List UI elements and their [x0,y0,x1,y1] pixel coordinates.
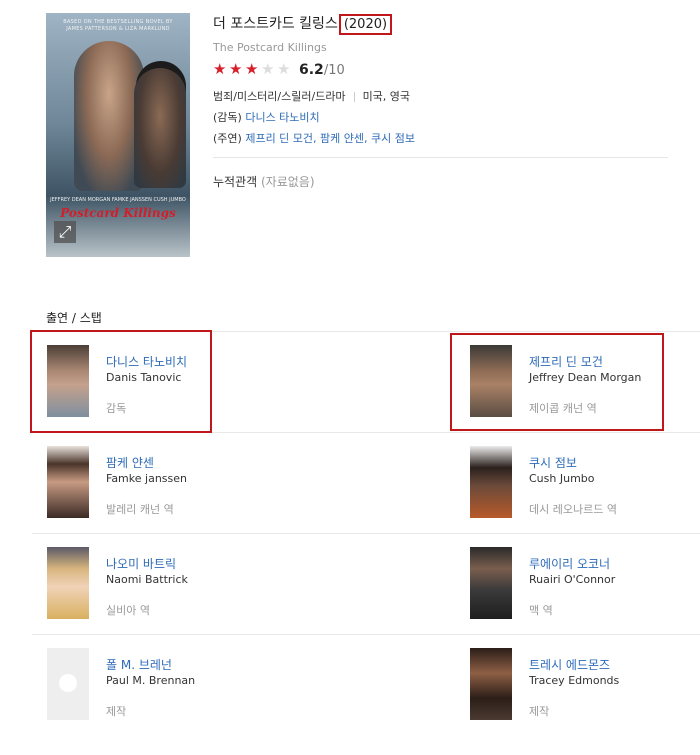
genres: 범죄/미스터리/스릴러/드라마 [213,90,346,103]
person-role: 발레리 캐넌 역 [106,503,174,516]
divider [32,533,700,534]
person-role: 실비아 역 [106,604,150,617]
poster-figure-woman [134,68,186,188]
person-name-en: Danis Tanovic [106,371,182,384]
expand-icon[interactable]: ⤢ [54,221,76,243]
audience-label: 누적관객 [213,175,258,189]
person-name-ko[interactable]: 루에이리 오코너 [529,555,610,572]
person-photo [47,345,89,417]
person-photo [470,547,512,619]
person-name-ko[interactable]: 쿠시 점보 [529,454,577,471]
poster-top-credit: BASED ON THE BESTSELLING NOVEL BY JAMES … [63,19,173,32]
divider [353,92,355,102]
star-icon: ★ [229,60,243,78]
movie-title: 더 포스트카드 킬링스 [213,16,338,32]
cast-row: (주연) 제프리 딘 모건, 팜케 얀센, 쿠시 점보 [213,130,415,146]
star-icon: ★ [261,60,275,78]
movie-original-title: The Postcard Killings [213,41,327,54]
person-name-ko[interactable]: 제프리 딘 모건 [529,353,603,370]
movie-poster[interactable]: BASED ON THE BESTSELLING NOVEL BY JAMES … [46,13,190,257]
person-name-en: Tracey Edmonds [529,674,620,687]
divider [213,157,668,158]
star-icon: ★ [277,60,291,78]
cast-label: (주연) [213,132,242,145]
person-name-en: Jeffrey Dean Morgan [529,371,642,384]
genre-country-row: 범죄/미스터리/스릴러/드라마 미국, 영국 [213,88,410,104]
person-role: 제작 [529,705,550,718]
star-icon: ★ [213,60,227,78]
star-icon: ★ [245,60,259,78]
person-name-en: Naomi Battrick [106,573,188,586]
director-label: (감독) [213,111,242,124]
audience-value: (자료없음) [261,175,315,189]
poster-cast-names: JEFFREY DEAN MORGAN FAMKE JANSSEN CUSH J… [50,197,186,203]
person-role: 감독 [106,402,127,415]
person-role: 제이콥 캐넌 역 [529,402,597,415]
person-name-en: Cush Jumbo [529,472,595,485]
person-name-en: Paul M. Brennan [106,674,196,687]
countries: 미국, 영국 [362,90,411,103]
section-title: 출연 / 스탭 [46,311,102,325]
movie-title-row: 더 포스트카드 킬링스 (2020) [213,13,393,35]
person-role: 제작 [106,705,127,718]
film-reel-icon [59,674,77,692]
person-name-ko[interactable]: 트레시 에드몬즈 [529,656,610,673]
person-photo [47,446,89,518]
divider [32,634,700,635]
person-role: 데시 레오나르드 역 [529,503,617,516]
audience-row: 누적관객 (자료없음) [213,173,315,190]
person-photo [470,345,512,417]
person-name-ko[interactable]: 다니스 타노비치 [106,353,187,370]
person-name-en: Ruairi O'Connor [529,573,616,586]
rating-score: 6.2 [299,62,324,78]
director-link[interactable]: 다니스 타노비치 [245,111,319,124]
cast-links[interactable]: 제프리 딘 모건, 팜케 얀센, 쿠시 점보 [245,132,415,145]
person-name-ko[interactable]: 팜케 얀센 [106,454,154,471]
person-photo-placeholder [47,648,89,720]
person-photo [470,446,512,518]
person-name-ko[interactable]: 나오미 바트릭 [106,555,176,572]
person-name-en: Famke janssen [106,472,187,485]
person-photo [470,648,512,720]
person-name-ko[interactable]: 폴 M. 브레넌 [106,656,172,673]
poster-title: Postcard Killings [60,206,176,220]
director-row: (감독) 다니스 타노비치 [213,109,320,125]
person-photo [47,547,89,619]
rating-max: /10 [323,63,345,78]
person-role: 맥 역 [529,604,553,617]
rating: ★ ★ ★ ★ ★ 6.2/10 [213,59,345,78]
movie-year: (2020) [338,14,393,35]
